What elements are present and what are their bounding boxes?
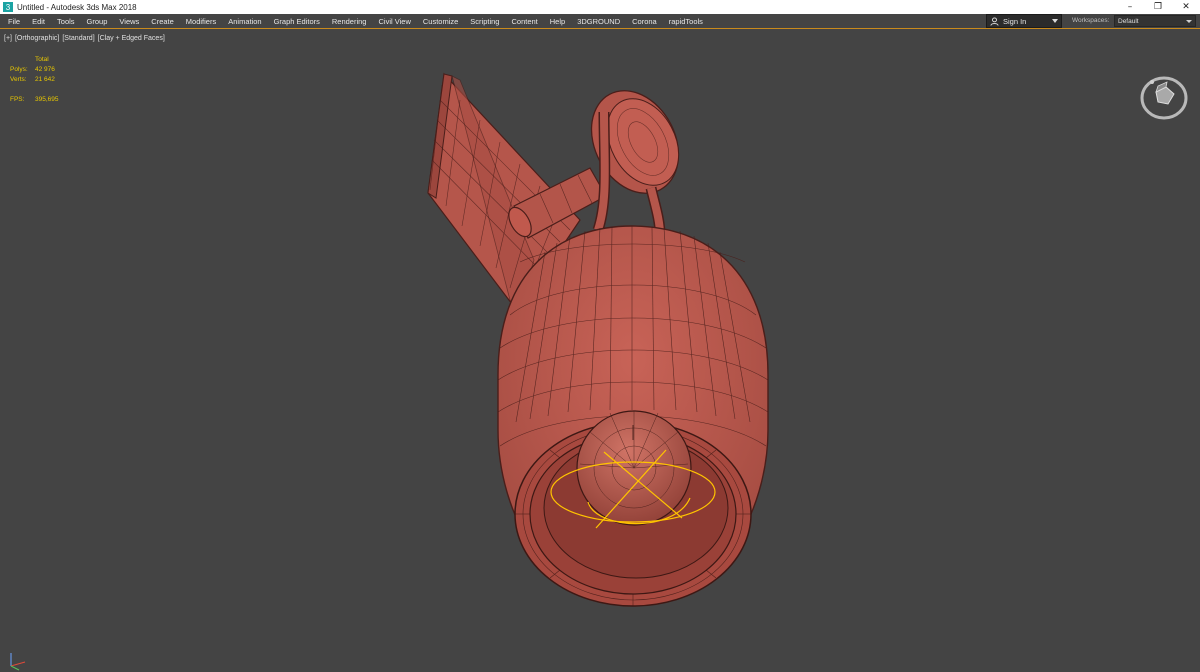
axis-tripod-icon	[10, 653, 26, 671]
menu-3dground[interactable]: 3DGROUND	[571, 17, 626, 26]
menu-animation[interactable]: Animation	[222, 17, 267, 26]
window-title-bar: 3 Untitled - Autodesk 3ds Max 2018 – ❐ ✕	[0, 0, 1200, 14]
menu-customize[interactable]: Customize	[417, 17, 464, 26]
chevron-down-icon	[1186, 20, 1192, 23]
menu-create[interactable]: Create	[145, 17, 180, 26]
svg-text:3: 3	[6, 3, 11, 12]
sign-in-dropdown[interactable]: Sign In	[986, 14, 1062, 28]
chevron-down-icon	[1052, 19, 1058, 23]
menu-help[interactable]: Help	[544, 17, 571, 26]
menu-civil-view[interactable]: Civil View	[372, 17, 416, 26]
lamp-swivel-joint[interactable]	[574, 76, 695, 236]
lamp-model[interactable]	[0, 30, 1200, 649]
menu-group[interactable]: Group	[81, 17, 114, 26]
menu-modifiers[interactable]: Modifiers	[180, 17, 222, 26]
close-button[interactable]: ✕	[1172, 0, 1200, 14]
menu-content[interactable]: Content	[505, 17, 543, 26]
lamp-shade[interactable]	[497, 225, 769, 607]
sign-in-label: Sign In	[1003, 16, 1027, 26]
workspaces-select[interactable]: Default	[1114, 15, 1196, 27]
menu-rendering[interactable]: Rendering	[326, 17, 373, 26]
workspaces-selected-value: Default	[1118, 17, 1139, 25]
workspaces-label: Workspaces:	[1072, 17, 1110, 24]
menu-scripting[interactable]: Scripting	[464, 17, 505, 26]
minimize-button[interactable]: –	[1116, 0, 1144, 14]
menu-rapidtools[interactable]: rapidTools	[663, 17, 709, 26]
restore-button[interactable]: ❐	[1144, 0, 1172, 14]
3ds-max-app-icon[interactable]: 3	[3, 2, 13, 12]
user-icon	[990, 16, 999, 26]
viewcube-icon[interactable]	[1138, 74, 1192, 122]
menu-corona[interactable]: Corona	[626, 17, 663, 26]
menu-views[interactable]: Views	[113, 17, 145, 26]
menu-file[interactable]: File	[0, 17, 26, 26]
menu-edit[interactable]: Edit	[26, 17, 51, 26]
perspective-viewport[interactable]: [+] [Orthographic] [Standard] [Clay + Edged…	[0, 30, 1200, 671]
menu-tools[interactable]: Tools	[51, 17, 81, 26]
window-title: Untitled - Autodesk 3ds Max 2018	[17, 2, 137, 12]
menu-graph-editors[interactable]: Graph Editors	[268, 17, 326, 26]
